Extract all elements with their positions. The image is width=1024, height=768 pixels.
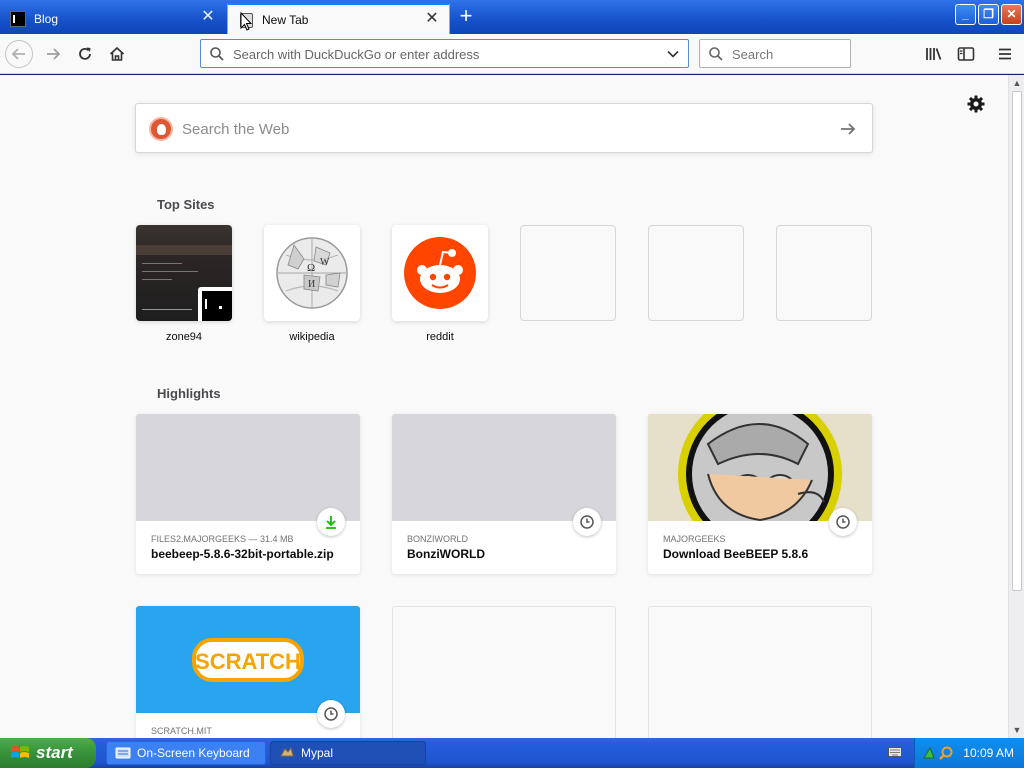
title-bar: Blog ✕ New Tab ✕ + _ ❐ ✕ xyxy=(0,0,1024,34)
clock-icon xyxy=(573,508,601,536)
highlight-title: Download BeeBEEP 5.8.6 xyxy=(663,547,809,561)
highlight-title: beebeep-5.8.6-32bit-portable.zip xyxy=(151,547,334,561)
clock-icon xyxy=(829,508,857,536)
highlight-placeholder xyxy=(648,606,872,738)
scratch-logo-text: SCRATCH xyxy=(195,649,301,674)
chevron-down-icon[interactable] xyxy=(666,47,680,61)
search-bar[interactable] xyxy=(699,39,851,68)
taskbar: start On-Screen Keyboard Mypal 10:09 AM xyxy=(0,738,1024,768)
taskbar-item-mypal[interactable]: Mypal xyxy=(270,741,426,765)
new-tab-button[interactable]: + xyxy=(456,5,476,28)
scroll-down-icon[interactable]: ▼ xyxy=(1011,724,1023,736)
gear-icon[interactable] xyxy=(966,94,986,114)
majorgeeks-thumbnail xyxy=(648,414,872,556)
top-site-empty xyxy=(776,225,872,321)
highlight-title: BonziWORLD xyxy=(407,547,485,561)
web-search-box[interactable] xyxy=(135,103,873,153)
scroll-up-icon[interactable]: ▲ xyxy=(1011,77,1023,89)
highlight-card[interactable]: MAJORGEEKS Download BeeBEEP 5.8.6 xyxy=(648,414,872,574)
arrow-right-icon[interactable] xyxy=(838,119,858,139)
reload-icon xyxy=(79,47,91,60)
windows-flag-icon xyxy=(11,746,29,758)
top-site-empty xyxy=(648,225,744,321)
keyboard-icon xyxy=(115,747,131,759)
highlight-source: SCRATCH.MIT xyxy=(151,726,212,736)
highlight-source: FILES2.MAJORGEEKS — 31.4 MB xyxy=(151,534,294,544)
highlight-thumbnail xyxy=(392,414,616,521)
page-scrollbar[interactable]: ▲ ▼ xyxy=(1008,75,1024,738)
tab-blog[interactable]: Blog ✕ xyxy=(0,3,225,34)
sidebar-icon xyxy=(957,47,975,61)
blog-favicon-icon xyxy=(10,10,26,27)
address-input[interactable] xyxy=(233,44,653,64)
search-icon xyxy=(709,47,723,61)
close-tab-icon[interactable]: ✕ xyxy=(425,11,439,27)
highlight-thumbnail xyxy=(136,414,360,521)
sidebar-toggle-button[interactable] xyxy=(955,43,977,65)
hamburger-menu-button[interactable] xyxy=(994,43,1016,65)
keyboard-tray-icon[interactable] xyxy=(888,746,902,758)
zone94-favicon-icon xyxy=(198,287,232,321)
nav-toolbar xyxy=(0,34,1024,74)
download-icon xyxy=(317,508,345,536)
minimize-button[interactable]: _ xyxy=(955,4,976,25)
highlight-source: BONZIWORLD xyxy=(407,534,469,544)
back-button[interactable] xyxy=(5,40,33,68)
highlight-placeholder xyxy=(392,606,616,738)
restore-button[interactable]: ❐ xyxy=(978,4,999,25)
home-button[interactable] xyxy=(103,40,131,68)
mouse-cursor-icon xyxy=(240,12,252,31)
close-window-button[interactable]: ✕ xyxy=(1001,4,1022,25)
home-icon xyxy=(109,46,125,61)
top-site-empty xyxy=(520,225,616,321)
wikipedia-globe-icon: Ω W И xyxy=(276,237,348,309)
web-search-input[interactable] xyxy=(182,118,822,140)
start-button[interactable]: start xyxy=(0,738,96,768)
library-button[interactable] xyxy=(923,43,945,65)
search-input[interactable] xyxy=(732,44,842,64)
mypal-icon xyxy=(280,746,294,757)
highlight-card[interactable]: FILES2.MAJORGEEKS — 31.4 MB beebeep-5.8.… xyxy=(136,414,360,574)
forward-button[interactable] xyxy=(39,40,67,68)
address-bar[interactable] xyxy=(200,39,689,68)
network-magnifier-tray-icon[interactable] xyxy=(922,745,958,761)
tab-new-tab[interactable]: New Tab ✕ xyxy=(227,3,450,34)
scratch-thumbnail: SCRATCH xyxy=(136,606,360,713)
highlights-heading: Highlights xyxy=(157,386,221,401)
search-icon xyxy=(210,47,224,61)
library-icon xyxy=(926,48,942,60)
highlight-card[interactable]: SCRATCH SCRATCH.MIT xyxy=(136,606,360,738)
top-sites-heading: Top Sites xyxy=(157,197,215,212)
svg-text:И: И xyxy=(308,279,315,290)
scroll-thumb[interactable] xyxy=(1012,91,1022,591)
taskbar-item-on-screen-keyboard[interactable]: On-Screen Keyboard xyxy=(106,741,266,765)
close-tab-icon[interactable]: ✕ xyxy=(201,9,215,25)
svg-text:W: W xyxy=(320,257,330,268)
highlight-source: MAJORGEEKS xyxy=(663,534,726,544)
taskbar-item-label: Mypal xyxy=(301,746,334,760)
clock[interactable]: 10:09 AM xyxy=(963,746,1014,760)
top-site-label: reddit xyxy=(426,331,454,343)
top-site-wikipedia[interactable]: Ω W И xyxy=(264,225,360,321)
top-site-zone94[interactable] xyxy=(136,225,232,321)
top-site-reddit[interactable] xyxy=(392,225,488,321)
start-label: start xyxy=(36,743,73,762)
tab-label: Blog xyxy=(34,11,59,26)
top-site-label: zone94 xyxy=(165,331,203,343)
taskbar-item-label: On-Screen Keyboard xyxy=(137,746,250,760)
clock-icon xyxy=(317,700,345,728)
top-site-label: wikipedia xyxy=(289,331,335,343)
reddit-logo-icon xyxy=(404,237,476,309)
duckduckgo-logo-icon xyxy=(149,117,173,141)
tab-label: New Tab xyxy=(262,12,309,27)
hamburger-icon xyxy=(999,48,1011,60)
reload-button[interactable] xyxy=(71,40,99,68)
highlight-card[interactable]: BONZIWORLD BonziWORLD xyxy=(392,414,616,574)
svg-text:Ω: Ω xyxy=(307,262,315,274)
forward-arrow-icon xyxy=(47,48,61,60)
new-tab-page: Top Sites zone94 Ω W И wikipedia xyxy=(0,75,1008,738)
back-arrow-icon xyxy=(11,48,25,60)
